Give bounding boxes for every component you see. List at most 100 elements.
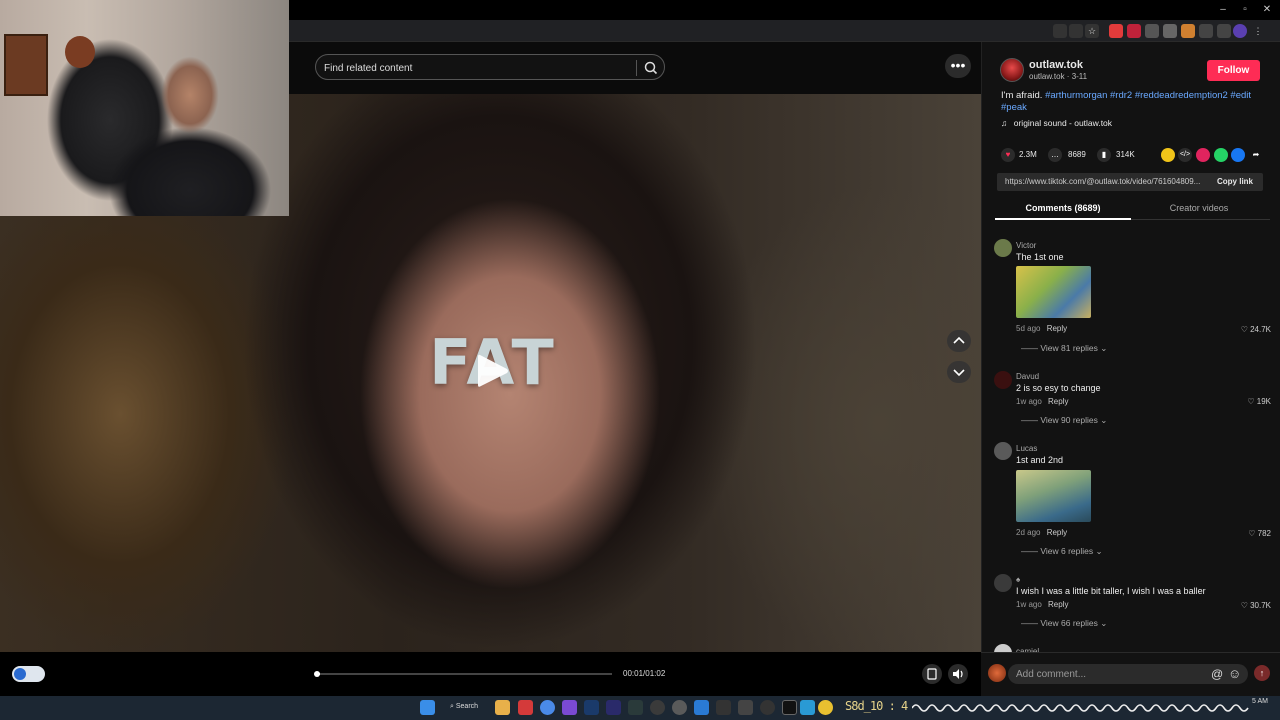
- comment-image[interactable]: [1016, 266, 1091, 318]
- play-icon[interactable]: [476, 352, 510, 390]
- commenter-name[interactable]: Victor: [1016, 241, 1036, 250]
- view-replies-button[interactable]: —— View 90 replies ⌄: [1021, 415, 1107, 426]
- view-replies-button[interactable]: —— View 66 replies ⌄: [1021, 618, 1107, 629]
- active-tab-indicator: [995, 218, 1131, 220]
- share-url: https://www.tiktok.com/@outlaw.tok/video…: [1005, 177, 1201, 186]
- extension-icon[interactable]: [1145, 24, 1159, 38]
- start-icon[interactable]: [420, 700, 435, 715]
- comment-image[interactable]: [1016, 470, 1091, 522]
- progress-handle[interactable]: [314, 671, 320, 677]
- taskbar-ticker: S8d_10 : 4: [845, 699, 908, 713]
- caption-hashtag-peak[interactable]: #peak: [1001, 102, 1027, 113]
- wall-picture: [4, 34, 48, 96]
- profile-avatar-icon[interactable]: [1233, 24, 1247, 38]
- progress-track[interactable]: [316, 673, 612, 675]
- more-options-button[interactable]: •••: [945, 54, 971, 78]
- taskbar-search[interactable]: ⌕ Search: [450, 703, 478, 711]
- author-name[interactable]: outlaw.tok: [1029, 59, 1083, 71]
- caption-line-1: I'm afraid. #arthurmorgan #rdr2 #reddead…: [1001, 90, 1251, 101]
- search-input[interactable]: [324, 59, 634, 77]
- user-avatar[interactable]: [988, 664, 1006, 682]
- whatsapp-icon[interactable]: [1214, 148, 1228, 162]
- miniplayer-button[interactable]: [922, 664, 942, 684]
- commenter-name[interactable]: ♠: [1016, 575, 1020, 584]
- app-icon[interactable]: [628, 700, 643, 715]
- tab-comments[interactable]: Comments (8689): [995, 198, 1131, 218]
- extension-icon[interactable]: [1163, 24, 1177, 38]
- extension-icon[interactable]: [1109, 24, 1123, 38]
- ticker-waveform: [912, 704, 1249, 712]
- taskbar-clock: 5 AM: [1252, 698, 1268, 705]
- close-window-button[interactable]: ✕: [1257, 2, 1277, 18]
- commenter-avatar[interactable]: [994, 239, 1012, 257]
- minimize-button[interactable]: –: [1213, 2, 1233, 18]
- share-url-bar[interactable]: https://www.tiktok.com/@outlaw.tok/video…: [997, 173, 1263, 191]
- steam-icon[interactable]: [584, 700, 599, 715]
- commenter-avatar[interactable]: [994, 442, 1012, 460]
- comment-text: 1st and 2nd: [1016, 455, 1064, 465]
- reply-button[interactable]: Reply: [1048, 397, 1068, 406]
- author-avatar[interactable]: [1000, 58, 1024, 82]
- cast-icon[interactable]: [1053, 24, 1067, 38]
- comment-like-count[interactable]: ♡ 19K: [1226, 397, 1271, 406]
- zoom-icon[interactable]: [1069, 24, 1083, 38]
- toggle-knob: [14, 668, 26, 680]
- app-icon[interactable]: [650, 700, 665, 715]
- follow-button[interactable]: Follow: [1207, 60, 1260, 81]
- app-icon[interactable]: [760, 700, 775, 715]
- reply-button[interactable]: Reply: [1048, 600, 1068, 609]
- vscode-icon[interactable]: [694, 700, 709, 715]
- sound-row[interactable]: ♫ original sound - outlaw.tok: [1001, 118, 1112, 128]
- tab-creator-videos[interactable]: Creator videos: [1131, 198, 1267, 218]
- browser-toolbar: ☆ ⋮: [289, 20, 1280, 42]
- chevron-up-icon: [953, 336, 965, 344]
- view-replies-button[interactable]: —— View 6 replies ⌄: [1021, 546, 1103, 557]
- comment-like-count[interactable]: ♡ 30.7K: [1226, 601, 1271, 610]
- kebab-menu-icon[interactable]: ⋮: [1251, 24, 1265, 38]
- related-search-box[interactable]: [315, 54, 665, 80]
- emoji-share-icon[interactable]: [1161, 148, 1175, 162]
- send-icon[interactable]: [1196, 148, 1210, 162]
- premiere-icon[interactable]: [606, 700, 621, 715]
- commenter-name[interactable]: Davud: [1016, 372, 1039, 381]
- app-icon[interactable]: [782, 700, 797, 715]
- comment-text: I wish I was a little bit taller, I wish…: [1016, 586, 1206, 596]
- comment-like-count[interactable]: ♡ 24.7K: [1226, 325, 1271, 334]
- comment-like-count[interactable]: ♡ 782: [1226, 529, 1271, 538]
- volume-button[interactable]: [948, 664, 968, 684]
- maximize-button[interactable]: ▫: [1235, 2, 1255, 18]
- app-icon[interactable]: [738, 700, 753, 715]
- app-icon[interactable]: [716, 700, 731, 715]
- emoji-icon[interactable]: ☺: [1228, 666, 1241, 681]
- reply-button[interactable]: Reply: [1047, 324, 1067, 333]
- post-comment-button[interactable]: ↑: [1254, 665, 1270, 681]
- extension-icon[interactable]: [1181, 24, 1195, 38]
- autoscroll-toggle[interactable]: [12, 666, 45, 682]
- app-icon[interactable]: [818, 700, 833, 715]
- search-icon[interactable]: [642, 59, 660, 77]
- copy-link-button[interactable]: Copy link: [1217, 177, 1253, 186]
- embed-icon[interactable]: </>: [1178, 148, 1192, 162]
- view-replies-button[interactable]: —— View 81 replies ⌄: [1021, 343, 1107, 354]
- app-icon[interactable]: [562, 700, 577, 715]
- extension-icon[interactable]: [1127, 24, 1141, 38]
- commenter-name[interactable]: Lucas: [1016, 444, 1037, 453]
- app-icon[interactable]: [672, 700, 687, 715]
- caption-hashtags[interactable]: #arthurmorgan #rdr2 #reddeadredemption2 …: [1045, 90, 1251, 101]
- mention-icon[interactable]: @: [1211, 667, 1223, 681]
- commenter-avatar[interactable]: [994, 371, 1012, 389]
- file-explorer-icon[interactable]: [495, 700, 510, 715]
- bookmark-star-icon[interactable]: ☆: [1085, 24, 1099, 38]
- app-icon[interactable]: [518, 700, 533, 715]
- comment-meta: 1w ago Reply: [1016, 600, 1069, 609]
- previous-video-button[interactable]: [947, 330, 971, 352]
- facebook-icon[interactable]: [1231, 148, 1245, 162]
- tab-search-icon[interactable]: [1217, 24, 1231, 38]
- commenter-avatar[interactable]: [994, 574, 1012, 592]
- next-video-button[interactable]: [947, 361, 971, 383]
- puzzle-icon[interactable]: [1199, 24, 1213, 38]
- chrome-icon[interactable]: [540, 700, 555, 715]
- reply-button[interactable]: Reply: [1047, 528, 1067, 537]
- app-icon[interactable]: [800, 700, 815, 715]
- share-arrow-icon[interactable]: ➦: [1249, 148, 1263, 162]
